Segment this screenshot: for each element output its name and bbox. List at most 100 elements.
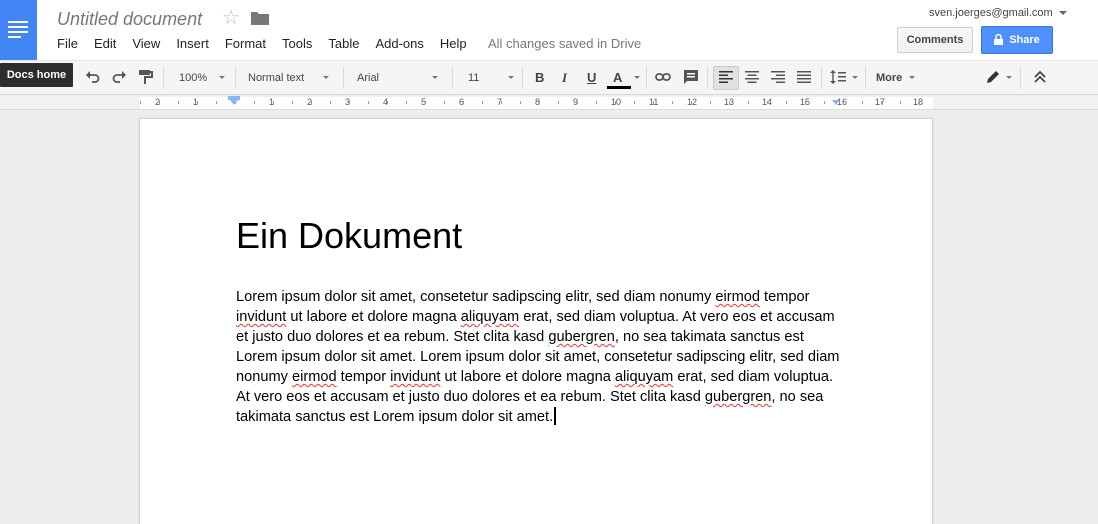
ruler-tick bbox=[482, 101, 483, 104]
docs-home-icon[interactable] bbox=[0, 0, 37, 60]
menu-insert[interactable]: Insert bbox=[176, 36, 209, 52]
docs-home-tooltip: Docs home bbox=[0, 63, 73, 87]
ruler-tick bbox=[273, 101, 274, 104]
ruler-number: 10 bbox=[611, 97, 622, 107]
document-title[interactable]: Untitled document bbox=[57, 9, 202, 30]
ruler-tick bbox=[463, 101, 464, 104]
right-indent-handle[interactable] bbox=[832, 100, 840, 105]
ruler-tick bbox=[197, 101, 198, 104]
comments-button[interactable]: Comments bbox=[897, 27, 973, 53]
ruler-tick bbox=[577, 101, 578, 104]
ruler-tick bbox=[349, 101, 350, 104]
header: Untitled document ☆ File Edit View Inser… bbox=[0, 0, 1098, 60]
ruler-tick bbox=[444, 101, 445, 104]
ruler-tick bbox=[919, 101, 920, 104]
ruler-tick bbox=[140, 101, 141, 104]
text-run: tempor bbox=[336, 369, 391, 385]
text-run: Lorem ipsum dolor sit amet, consetetur s… bbox=[236, 289, 716, 305]
underline-button[interactable]: U bbox=[587, 67, 596, 89]
ruler-tick bbox=[387, 101, 388, 104]
ruler-tick bbox=[824, 101, 825, 104]
align-justify-icon[interactable] bbox=[796, 69, 812, 85]
ruler-tick bbox=[406, 101, 407, 104]
misspelled-word: gubergren bbox=[548, 329, 615, 345]
ruler-tick bbox=[805, 101, 806, 104]
ruler-tick bbox=[178, 101, 179, 104]
bold-button[interactable]: B bbox=[535, 67, 544, 89]
ruler-tick bbox=[786, 101, 787, 104]
ruler-tick bbox=[368, 101, 369, 104]
ruler-number: 18 bbox=[913, 97, 924, 107]
align-center-icon[interactable] bbox=[744, 69, 760, 85]
undo-icon[interactable] bbox=[85, 69, 101, 85]
font-size-select[interactable]: 11 bbox=[468, 67, 479, 89]
folder-icon[interactable] bbox=[251, 11, 269, 25]
share-label: Share bbox=[1009, 34, 1040, 46]
misspelled-word: eirmod bbox=[715, 289, 760, 305]
share-button[interactable]: Share bbox=[981, 26, 1053, 54]
save-status[interactable]: All changes saved in Drive bbox=[488, 36, 641, 51]
ruler-tick bbox=[425, 101, 426, 104]
line-spacing-icon[interactable] bbox=[830, 69, 846, 85]
ruler-tick bbox=[843, 101, 844, 104]
more-button[interactable]: More bbox=[876, 67, 902, 89]
menu-table[interactable]: Table bbox=[328, 36, 359, 52]
misspelled-word: eirmod bbox=[291, 369, 337, 385]
align-left-icon[interactable] bbox=[718, 69, 734, 85]
pencil-icon[interactable] bbox=[985, 69, 1001, 85]
misspelled-word: invidunt bbox=[236, 309, 287, 325]
toolbar: 100% Normal text Arial 11 B I U A More bbox=[0, 60, 1098, 95]
chevron-down-icon[interactable] bbox=[1059, 11, 1067, 15]
ruler-tick bbox=[330, 101, 331, 104]
text-cursor bbox=[554, 407, 557, 425]
align-right-icon[interactable] bbox=[770, 69, 786, 85]
ruler-tick bbox=[292, 101, 293, 104]
ruler-tick bbox=[748, 101, 749, 104]
ruler-tick bbox=[881, 101, 882, 104]
italic-button[interactable]: I bbox=[562, 67, 567, 89]
document-heading[interactable]: Ein Dokument bbox=[236, 215, 462, 257]
ruler-tick bbox=[520, 101, 521, 104]
style-select[interactable]: Normal text bbox=[248, 67, 304, 89]
star-icon[interactable]: ☆ bbox=[222, 7, 240, 29]
misspelled-word: aliquyam bbox=[614, 369, 674, 385]
link-icon[interactable] bbox=[655, 69, 671, 85]
ruler-tick bbox=[710, 101, 711, 104]
menu-bar: File Edit View Insert Format Tools Table… bbox=[57, 36, 483, 52]
ruler-tick bbox=[672, 101, 673, 104]
comment-icon[interactable] bbox=[683, 69, 699, 85]
ruler-tick bbox=[254, 101, 255, 104]
text-run: tempor bbox=[760, 289, 810, 305]
ruler-tick bbox=[596, 101, 597, 104]
first-line-indent-handle[interactable] bbox=[230, 100, 238, 105]
misspelled-word: gubergren bbox=[704, 389, 772, 405]
paint-format-icon[interactable] bbox=[137, 69, 153, 85]
ruler-tick bbox=[862, 101, 863, 104]
menu-format[interactable]: Format bbox=[225, 36, 266, 52]
menu-tools[interactable]: Tools bbox=[282, 36, 312, 52]
user-email[interactable]: sven.joerges@gmail.com bbox=[929, 7, 1053, 19]
document-page[interactable]: Ein Dokument Lorem ipsum dolor sit amet,… bbox=[139, 118, 933, 524]
redo-icon[interactable] bbox=[111, 69, 127, 85]
menu-edit[interactable]: Edit bbox=[94, 36, 116, 52]
ruler-tick bbox=[558, 101, 559, 104]
ruler-tick bbox=[767, 101, 768, 104]
ruler-tick bbox=[539, 101, 540, 104]
ruler-number: 17 bbox=[875, 97, 886, 107]
zoom-select[interactable]: 100% bbox=[179, 67, 207, 89]
ruler-tick bbox=[691, 101, 692, 104]
menu-file[interactable]: File bbox=[57, 36, 78, 52]
ruler-tick bbox=[501, 101, 502, 104]
ruler-tick bbox=[634, 101, 635, 104]
ruler[interactable]: 21123456789101112131415161718 bbox=[0, 96, 1098, 110]
menu-view[interactable]: View bbox=[132, 36, 160, 52]
menu-addons[interactable]: Add-ons bbox=[375, 36, 423, 52]
ruler-number: 12 bbox=[687, 97, 698, 107]
ruler-tick bbox=[615, 101, 616, 104]
document-body[interactable]: Lorem ipsum dolor sit amet, consetetur s… bbox=[236, 287, 846, 427]
font-select[interactable]: Arial bbox=[357, 67, 379, 89]
ruler-tick bbox=[311, 101, 312, 104]
collapse-icon[interactable] bbox=[1032, 69, 1048, 85]
menu-help[interactable]: Help bbox=[440, 36, 467, 52]
misspelled-word: aliquyam bbox=[460, 309, 520, 325]
